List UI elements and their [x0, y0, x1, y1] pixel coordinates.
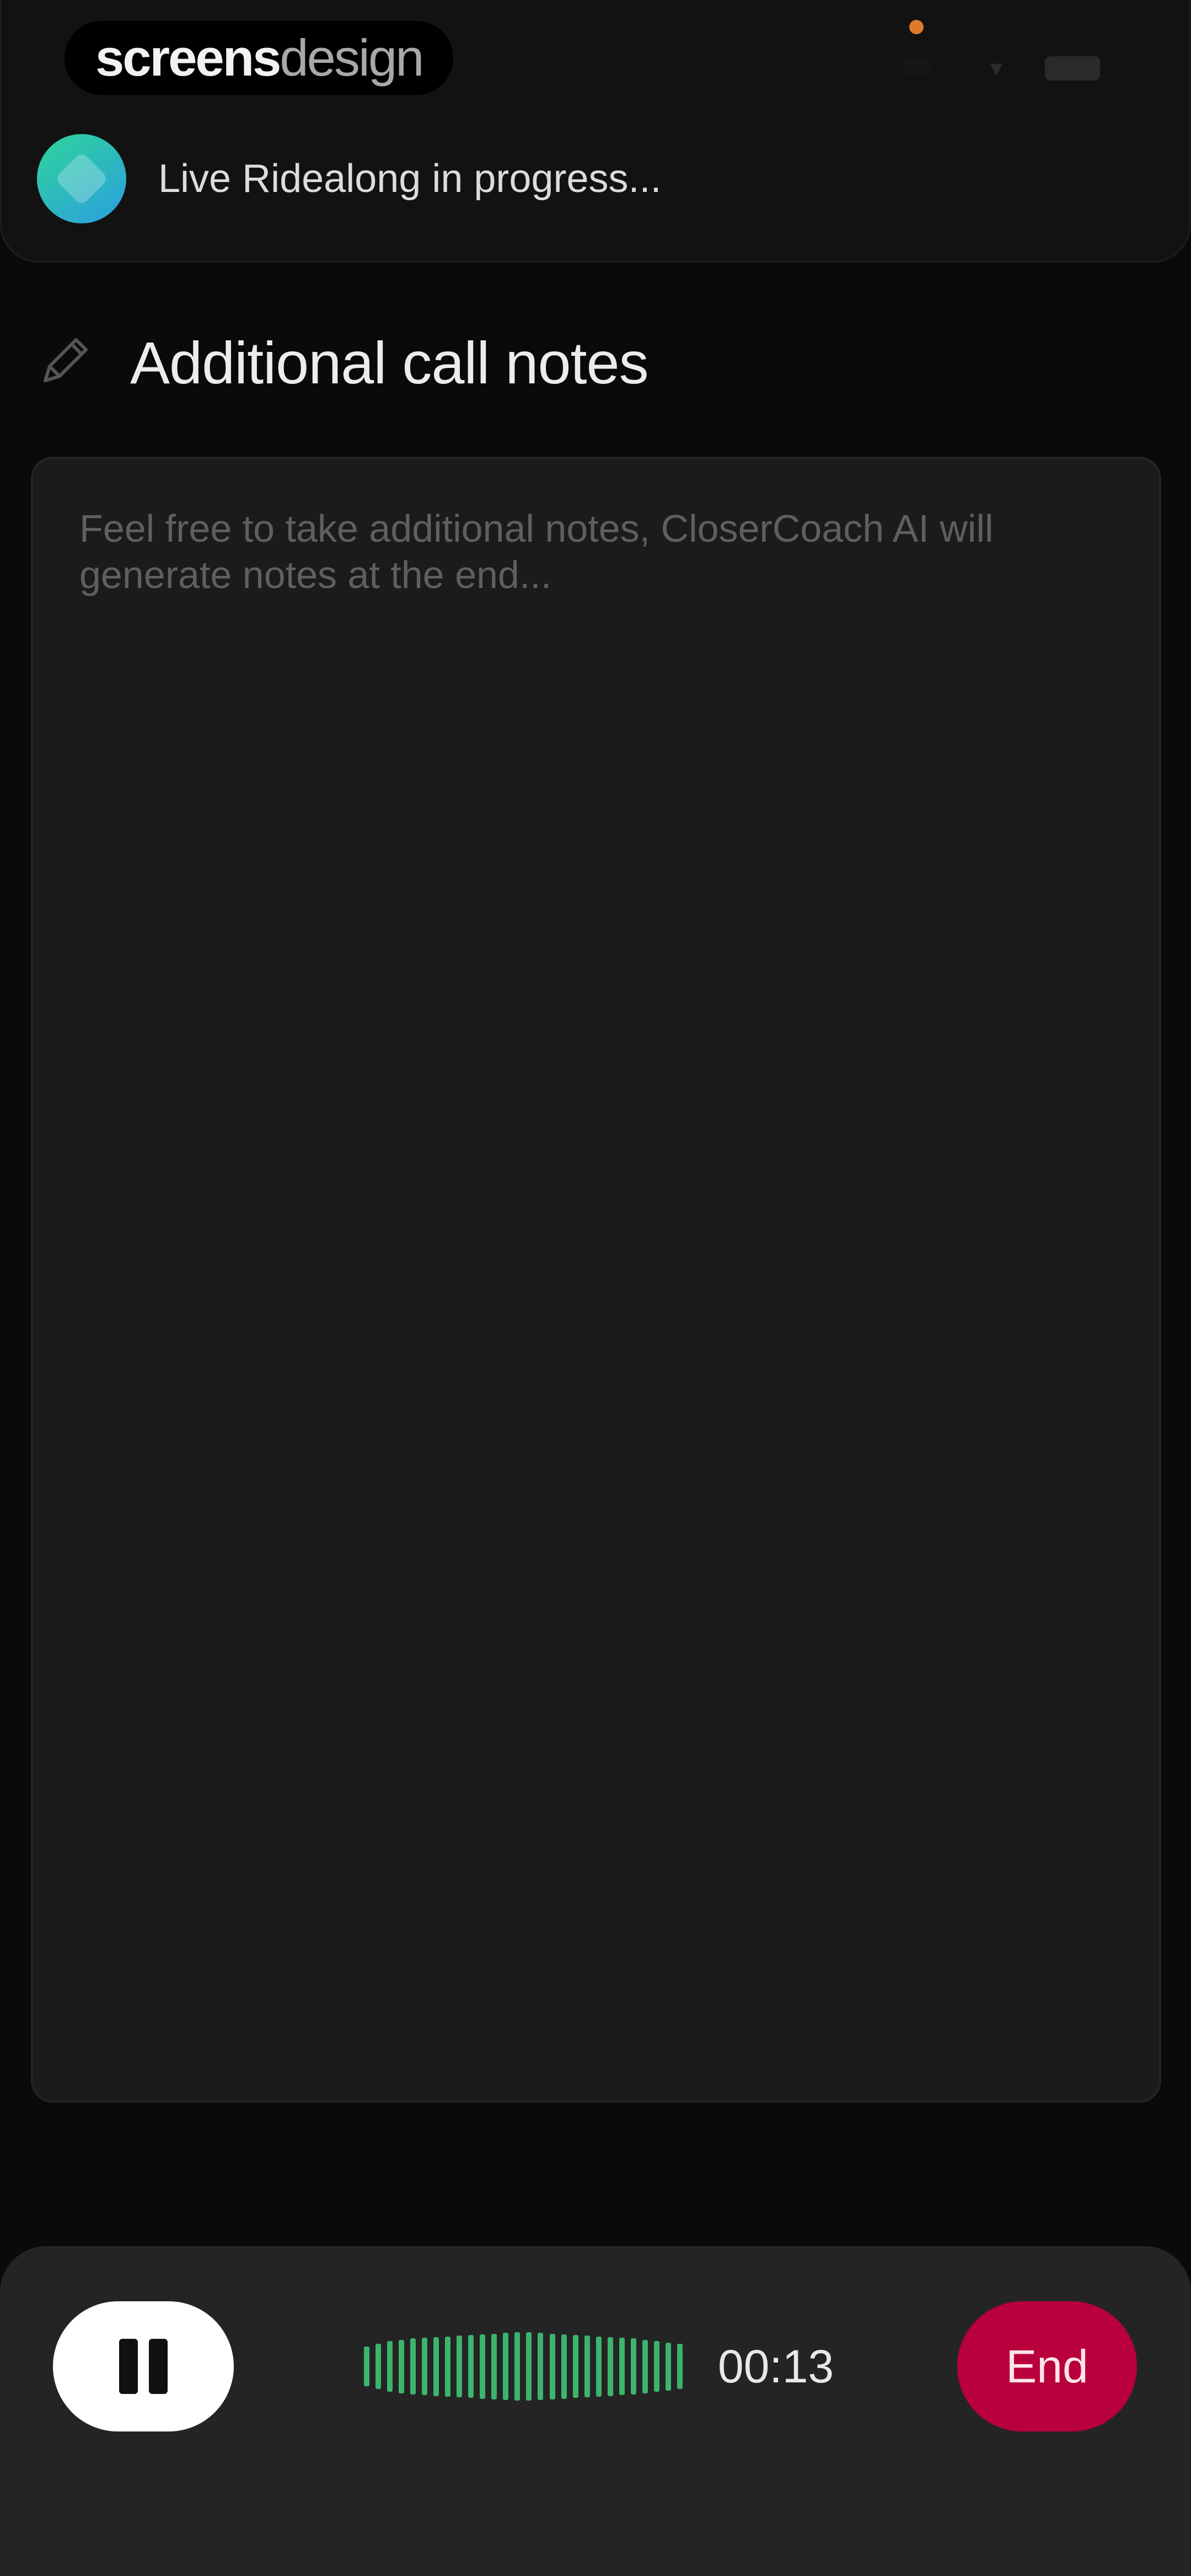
wifi-icon: ▾ — [990, 55, 1003, 82]
waveform-bar — [491, 2333, 497, 2399]
live-status-text: Live Ridealong in progress... — [158, 157, 662, 201]
waveform-bar — [433, 2337, 439, 2396]
waveform-bar — [399, 2339, 405, 2393]
diamond-shape — [54, 151, 109, 206]
waveform-bar — [422, 2338, 428, 2395]
call-control-bar: 00:13 End — [0, 2246, 1191, 2576]
live-status-row: Live Ridealong in progress... — [37, 132, 662, 225]
notes-header: Additional call notes — [33, 327, 649, 398]
waveform-bar — [514, 2332, 521, 2401]
page-title: Additional call notes — [130, 329, 649, 396]
recording-indicator-icon — [909, 20, 924, 34]
brand-name-bold: screens — [95, 29, 281, 87]
waveform-bar — [677, 2344, 683, 2389]
pause-button[interactable] — [53, 2301, 234, 2431]
waveform-bar — [457, 2335, 463, 2397]
waveform-bar — [375, 2344, 382, 2389]
notes-input[interactable] — [31, 457, 1161, 2103]
waveform-bar — [526, 2332, 532, 2401]
diamond-avatar-icon — [37, 134, 126, 223]
brand-name-light: design — [280, 29, 424, 87]
waveform-bar — [607, 2337, 613, 2396]
waveform-bar — [653, 2341, 659, 2392]
waveform-bar — [364, 2347, 369, 2386]
header-card: screens design ▾ Live Ridealong in progre… — [0, 0, 1191, 263]
waveform-bar — [480, 2334, 486, 2399]
waveform-bar — [549, 2333, 555, 2399]
waveform-bar — [665, 2342, 671, 2391]
battery-icon — [1045, 56, 1100, 81]
pause-icon — [116, 2339, 171, 2394]
waveform-bar — [619, 2338, 625, 2395]
brand-logo: screens design — [65, 21, 454, 95]
waveform-bar — [642, 2339, 648, 2393]
pencil-icon — [44, 338, 88, 382]
waveform-bar — [561, 2334, 567, 2399]
audio-waveform — [364, 2323, 683, 2409]
waveform-bar — [445, 2336, 451, 2397]
pause-bar-left — [119, 2339, 138, 2394]
waveform-bar — [572, 2335, 578, 2398]
cellular-signal-icon — [903, 60, 931, 76]
waveform-bar — [387, 2341, 393, 2392]
waveform-bar — [630, 2338, 636, 2395]
waveform-bar — [503, 2333, 509, 2400]
end-call-button[interactable]: End — [957, 2301, 1137, 2431]
pause-bar-right — [149, 2339, 168, 2394]
waveform-bar — [584, 2335, 590, 2397]
waveform-bar — [538, 2333, 544, 2400]
call-timer: 00:13 — [718, 2340, 834, 2392]
waveform-bar — [468, 2335, 474, 2398]
waveform-bar — [596, 2336, 602, 2397]
waveform-bar — [410, 2338, 416, 2395]
